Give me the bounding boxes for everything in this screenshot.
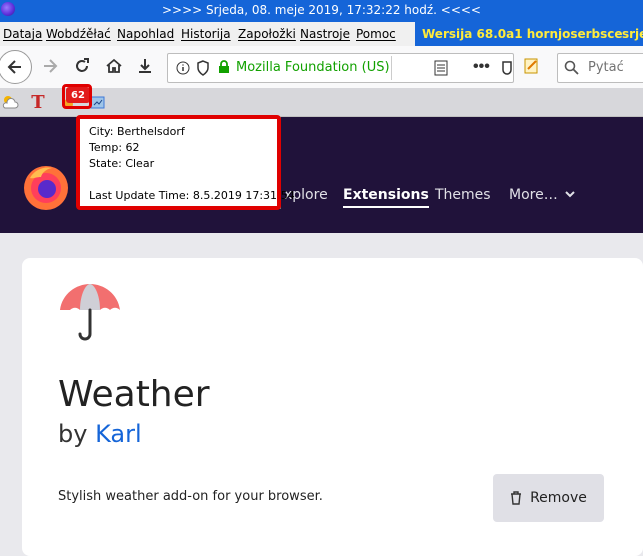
reload-button[interactable] xyxy=(68,52,96,80)
search-bar[interactable]: Pytać xyxy=(557,53,643,83)
notes-button[interactable] xyxy=(520,52,544,80)
menu-nastroje[interactable]: Nastroje xyxy=(300,27,350,41)
menu-dataja[interactable]: Dataja xyxy=(3,27,42,41)
arrow-left-icon xyxy=(7,60,21,74)
info-icon[interactable] xyxy=(176,61,190,75)
url-identity-text: Mozilla Foundation (US) xyxy=(236,60,390,75)
title-bar: >>>> Srjeda, 08. meje 2019, 17:32:22 hod… xyxy=(0,0,643,22)
menu-pomoc[interactable]: Pomoc xyxy=(356,27,396,41)
addon-summary: Stylish weather add-on for your browser. xyxy=(58,489,323,504)
remove-button[interactable]: Remove xyxy=(493,474,604,522)
version-text: Wersija 68.0a1 hornjoserbsce xyxy=(422,27,623,41)
sun-cloud-icon xyxy=(2,96,19,109)
search-placeholder: Pytać xyxy=(588,60,624,75)
forward-button[interactable] xyxy=(36,52,64,80)
navigation-toolbar: Mozilla Foundation (US) ••• Pytać xyxy=(0,46,643,89)
nav-themes[interactable]: Themes xyxy=(435,187,491,203)
extensions-toolbar: T xyxy=(0,88,643,117)
lock-icon xyxy=(219,60,229,73)
pocket-icon[interactable] xyxy=(501,60,513,76)
window-title: >>>> Srjeda, 08. meje 2019, 17:32:22 hod… xyxy=(162,3,481,17)
screenshot-icon xyxy=(90,96,105,109)
menu-napohlad[interactable]: Napohlad xyxy=(117,27,174,41)
firefox-logo-icon[interactable] xyxy=(22,164,70,212)
overflow-text: srje xyxy=(622,27,643,41)
translate-button[interactable]: T xyxy=(28,91,48,113)
download-icon xyxy=(139,59,151,73)
addon-by-label: by xyxy=(58,420,88,448)
nav-more[interactable]: More… xyxy=(509,187,576,203)
home-button[interactable] xyxy=(100,52,128,80)
badge-highlight-box xyxy=(62,84,92,109)
letter-t-icon: T xyxy=(31,91,45,113)
shield-icon[interactable] xyxy=(196,60,210,76)
back-button[interactable] xyxy=(0,50,32,84)
chevron-down-icon xyxy=(565,191,575,198)
tooltip-highlight-box xyxy=(76,115,281,210)
umbrella-icon xyxy=(60,284,120,341)
search-icon xyxy=(564,60,579,75)
downloads-button[interactable] xyxy=(131,52,159,80)
reload-icon xyxy=(76,58,89,72)
menu-historija[interactable]: Historija xyxy=(181,27,231,41)
addon-name: Weather xyxy=(58,374,210,415)
nav-more-label: More… xyxy=(509,187,558,203)
notes-icon xyxy=(524,58,538,74)
menu-wobdzelac[interactable]: Wobdźěłać xyxy=(46,27,111,41)
menu-bar: Dataja Wobdźěłać Napohlad Historija Zapo… xyxy=(0,22,643,46)
menu-bar-left: Dataja Wobdźěłać Napohlad Historija Zapo… xyxy=(0,22,415,46)
addon-author-line: by Karl xyxy=(58,420,142,448)
remove-button-label: Remove xyxy=(530,490,587,506)
addon-author-link[interactable]: Karl xyxy=(95,420,142,448)
home-icon xyxy=(106,58,122,73)
trash-icon xyxy=(511,491,522,505)
page-actions-icon[interactable]: ••• xyxy=(473,58,490,76)
menu-zapolozki[interactable]: Zapołožki xyxy=(238,27,296,41)
reader-view-icon[interactable] xyxy=(434,60,448,76)
url-bar[interactable]: Mozilla Foundation (US) ••• xyxy=(167,53,514,83)
url-divider xyxy=(391,56,392,80)
arrow-right-icon xyxy=(44,59,58,73)
weather-cloud-button[interactable] xyxy=(0,92,20,112)
nav-extensions[interactable]: Extensions xyxy=(343,187,429,208)
